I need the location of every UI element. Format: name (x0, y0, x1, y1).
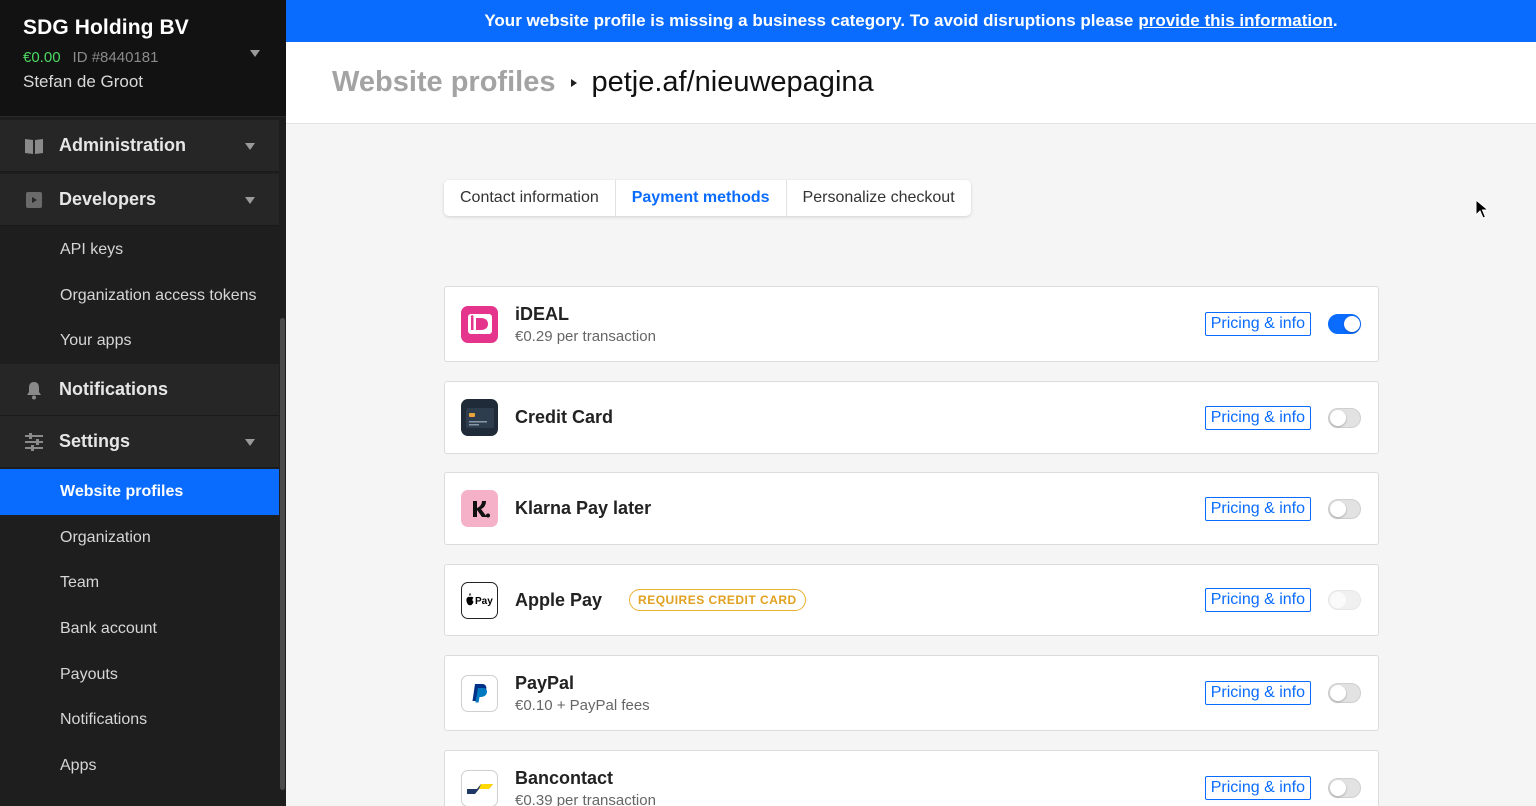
tab-contact-information[interactable]: Contact information (444, 180, 616, 216)
sidebar-section-label: Settings (59, 431, 131, 451)
sidebar-item-label: Team (60, 574, 100, 591)
sidebar-item-label: Payouts (60, 666, 118, 683)
payment-method-name: iDEAL (515, 303, 569, 324)
payment-method-apple-pay: Pay Apple Pay REQUIRES CREDIT CARD Prici… (444, 564, 1379, 636)
book-icon (24, 136, 44, 156)
sidebar: SDG Holding BV €0.00 ID #8440181 Stefan … (0, 0, 286, 806)
payment-method-price: €0.29 per transaction (515, 327, 656, 345)
payment-method-name: Klarna Pay later (515, 498, 652, 518)
klarna-toggle[interactable] (1328, 498, 1361, 519)
page-header: Website profiles petje.af/nieuwepagina (286, 42, 1536, 124)
pricing-info-button[interactable]: Pricing & info (1204, 681, 1311, 705)
sidebar-item-bank-account[interactable]: Bank account (0, 606, 279, 652)
pricing-info-button[interactable]: Pricing & info (1204, 405, 1311, 430)
organization-meta: €0.00 ID #8440181 (23, 49, 286, 66)
banner-suffix: . (1332, 11, 1338, 30)
payment-method-name: PayPal (515, 672, 575, 693)
chevron-down-icon (245, 197, 255, 204)
chevron-down-icon (245, 143, 255, 150)
balance: €0.00 (23, 49, 61, 66)
pricing-info-button[interactable]: Pricing & info (1204, 312, 1311, 336)
payment-method-bancontact: Bancontact €0.39 per transaction Pricing… (444, 750, 1379, 806)
mouse-cursor-icon (1475, 199, 1489, 219)
sliders-icon (24, 432, 44, 452)
payment-method-ideal: iDEAL €0.29 per transaction Pricing & in… (444, 286, 1379, 362)
apple-pay-toggle (1328, 590, 1361, 610)
sidebar-item-apps[interactable]: Apps (0, 743, 279, 789)
sidebar-section-label: Administration (59, 135, 187, 155)
klarna-icon (461, 490, 498, 527)
sidebar-item-organization[interactable]: Organization (0, 515, 279, 561)
payment-method-price: €0.10 + PayPal fees (515, 696, 650, 714)
requires-credit-card-badge: REQUIRES CREDIT CARD (629, 589, 806, 611)
sidebar-item-notifications[interactable]: Notifications (0, 697, 279, 743)
payment-method-name: Bancontact (515, 767, 614, 788)
svg-text:Pay: Pay (475, 596, 493, 607)
sidebar-item-label: Website profiles (60, 483, 184, 500)
sidebar-item-website-profiles[interactable]: Website profiles (0, 469, 279, 515)
organization-name: SDG Holding BV (23, 16, 189, 39)
paypal-icon (461, 674, 498, 712)
sidebar-item-label: Organization (60, 529, 151, 546)
pricing-info-button[interactable]: Pricing & info (1204, 588, 1311, 612)
chevron-down-icon (245, 439, 255, 446)
payment-method-name: Apple Pay (515, 589, 603, 610)
tab-payment-methods[interactable]: Payment methods (616, 180, 787, 216)
sidebar-item-label: Apps (60, 757, 97, 774)
sidebar-section-label: Notifications (59, 379, 169, 399)
breadcrumb-website-profiles[interactable]: Website profiles (332, 66, 555, 99)
sidebar-item-label: Organization access tokens (60, 287, 257, 304)
sidebar-item-label: API keys (60, 241, 124, 258)
sidebar-item-team[interactable]: Team (0, 560, 279, 606)
banner-text: Your website profile is missing a busine… (484, 11, 1134, 30)
payment-method-klarna: Klarna Pay later Pricing & info (444, 472, 1379, 545)
bell-icon (24, 380, 44, 400)
sidebar-section-notifications[interactable]: Notifications (0, 364, 279, 416)
paypal-toggle[interactable] (1328, 683, 1361, 703)
ideal-icon (461, 305, 498, 343)
provide-information-link[interactable]: provide this information (1138, 11, 1333, 31)
sidebar-section-developers[interactable]: Developers (0, 174, 279, 226)
payment-method-paypal: PayPal €0.10 + PayPal fees Pricing & inf… (444, 655, 1379, 731)
profile-tabs: Contact information Payment methods Pers… (444, 180, 971, 216)
play-icon (24, 190, 44, 210)
payment-method-name: Credit Card (515, 407, 614, 427)
payment-method-credit-card: Credit Card Pricing & info (444, 381, 1379, 454)
sidebar-item-payouts[interactable]: Payouts (0, 652, 279, 698)
sidebar-item-organization-access-tokens[interactable]: Organization access tokens (0, 273, 279, 319)
pricing-info-button[interactable]: Pricing & info (1204, 776, 1311, 800)
sidebar-item-label: Bank account (60, 620, 157, 637)
sidebar-item-api-keys[interactable]: API keys (0, 227, 279, 273)
organization-switcher[interactable]: SDG Holding BV €0.00 ID #8440181 Stefan … (0, 0, 286, 117)
warning-banner: Your website profile is missing a busine… (286, 0, 1536, 42)
ideal-toggle[interactable] (1328, 314, 1361, 334)
sidebar-section-settings[interactable]: Settings (0, 416, 279, 468)
sidebar-section-administration[interactable]: Administration (0, 120, 279, 172)
sidebar-item-label: Notifications (60, 711, 148, 728)
pricing-info-button[interactable]: Pricing & info (1204, 496, 1311, 521)
page-title: petje.af/nieuwepagina (591, 66, 874, 98)
organization-id: ID #8440181 (72, 49, 159, 66)
apple-pay-icon: Pay (461, 581, 498, 619)
sidebar-section-label: Developers (59, 189, 157, 209)
credit-card-icon (461, 399, 498, 436)
credit-card-toggle[interactable] (1328, 407, 1361, 428)
sidebar-scrollbar[interactable] (280, 318, 285, 790)
chevron-down-icon[interactable] (250, 50, 260, 57)
payment-method-price: €0.39 per transaction (515, 791, 656, 806)
bancontact-icon (461, 769, 498, 806)
sidebar-item-label: Your apps (60, 332, 132, 349)
bancontact-toggle[interactable] (1328, 778, 1361, 798)
user-name: Stefan de Groot (23, 72, 144, 91)
sidebar-item-your-apps[interactable]: Your apps (0, 318, 279, 364)
tab-personalize-checkout[interactable]: Personalize checkout (787, 180, 971, 216)
breadcrumb-separator-icon (571, 78, 578, 87)
